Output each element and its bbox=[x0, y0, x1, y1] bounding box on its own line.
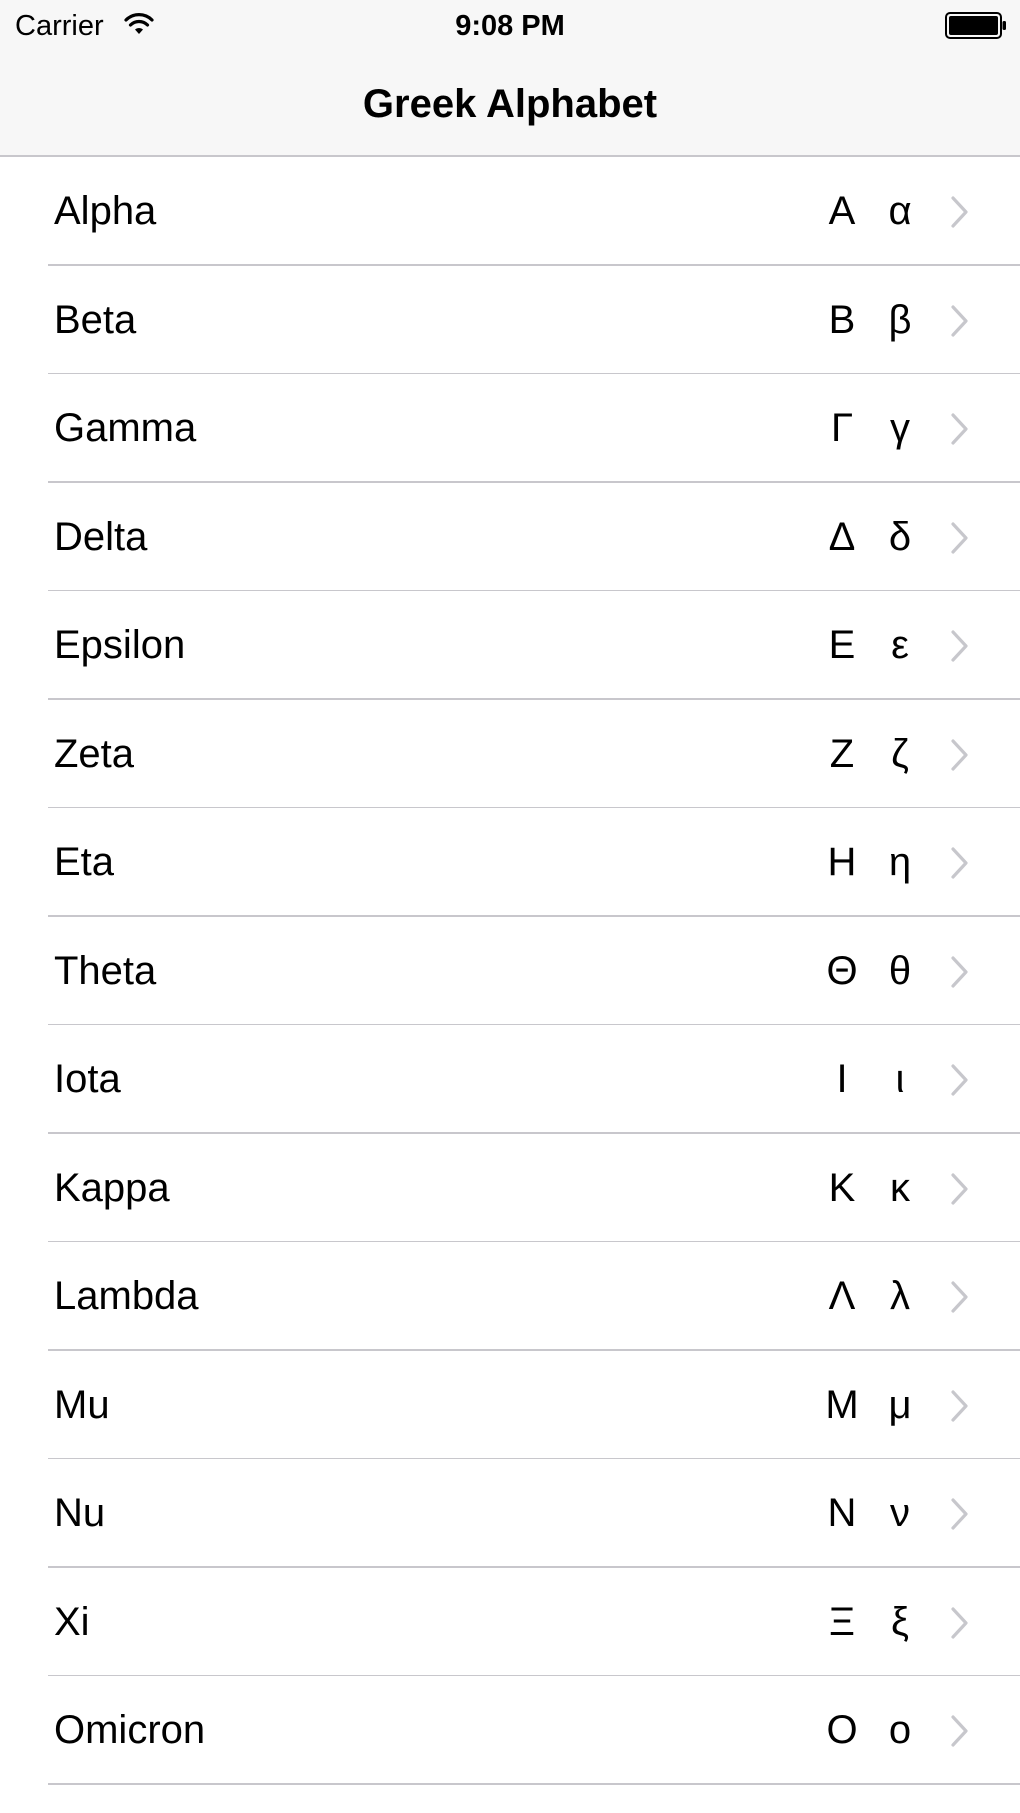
chevron-right-icon bbox=[951, 630, 968, 662]
list-item[interactable]: Beta Β β bbox=[0, 266, 1020, 375]
chevron-right-icon bbox=[951, 1389, 968, 1422]
screen: Carrier 9:08 PM Greek Alphabet Alpha Α α… bbox=[0, 0, 1020, 1813]
uppercase-letter: Μ bbox=[825, 1382, 859, 1427]
lowercase-letter: ξ bbox=[891, 1599, 909, 1644]
chevron-right-icon bbox=[951, 1172, 968, 1205]
lowercase-letter: κ bbox=[890, 1165, 910, 1210]
uppercase-letter: Λ bbox=[828, 1274, 856, 1318]
lowercase-letter: ε bbox=[891, 623, 909, 667]
letter-name: Nu bbox=[54, 1491, 106, 1535]
letter-name: Kappa bbox=[54, 1165, 170, 1210]
uppercase-letter: Ι bbox=[836, 1057, 848, 1101]
page-title: Greek Alphabet bbox=[362, 82, 658, 126]
letter-name: Zeta bbox=[54, 731, 135, 776]
letter-name: Iota bbox=[54, 1057, 121, 1101]
letter-name: Mu bbox=[54, 1382, 110, 1427]
list-item[interactable]: Theta Θ θ bbox=[0, 917, 1020, 1026]
uppercase-letter: Δ bbox=[828, 514, 856, 559]
letter-name: Eta bbox=[54, 840, 115, 884]
chevron-right-icon bbox=[951, 1064, 968, 1096]
uppercase-letter: Γ bbox=[830, 406, 854, 450]
chevron-right-icon bbox=[951, 1498, 968, 1530]
list-item[interactable]: Epsilon Ε ε bbox=[0, 591, 1020, 700]
uppercase-letter: Ε bbox=[828, 623, 856, 667]
uppercase-letter: Θ bbox=[826, 948, 858, 993]
lowercase-letter: λ bbox=[890, 1274, 910, 1318]
letter-name: Lambda bbox=[54, 1274, 199, 1318]
letter-name: Xi bbox=[54, 1599, 90, 1644]
uppercase-letter: Ν bbox=[827, 1491, 857, 1535]
chevron-right-icon bbox=[951, 738, 968, 771]
chevron-right-icon bbox=[951, 955, 968, 988]
list-item[interactable]: Nu Ν ν bbox=[0, 1459, 1020, 1568]
uppercase-letter: Ξ bbox=[829, 1599, 855, 1644]
list-item[interactable]: Xi Ξ ξ bbox=[0, 1568, 1020, 1677]
list-item[interactable]: Alpha Α α bbox=[0, 157, 1020, 266]
lowercase-letter: ι bbox=[895, 1057, 905, 1101]
lowercase-letter: ν bbox=[890, 1491, 910, 1535]
chevron-right-icon bbox=[951, 413, 968, 445]
chevron-right-icon bbox=[951, 1606, 968, 1639]
lowercase-letter: η bbox=[888, 840, 912, 884]
letter-name: Omicron bbox=[54, 1708, 206, 1752]
list-item[interactable]: Lambda Λ λ bbox=[0, 1242, 1020, 1351]
list-item[interactable]: Eta Η η bbox=[0, 808, 1020, 917]
uppercase-letter: Ο bbox=[826, 1708, 858, 1752]
lowercase-letter: θ bbox=[888, 948, 912, 993]
lowercase-letter: ζ bbox=[891, 731, 909, 776]
list-item[interactable]: Iota Ι ι bbox=[0, 1025, 1020, 1134]
status-time: 9:08 PM bbox=[455, 10, 565, 42]
list-item[interactable]: Zeta Ζ ζ bbox=[0, 700, 1020, 809]
letter-name: Beta bbox=[54, 297, 137, 342]
list-item[interactable]: Delta Δ δ bbox=[0, 483, 1020, 592]
lowercase-letter: ο bbox=[888, 1708, 912, 1752]
letter-name: Epsilon bbox=[54, 623, 186, 667]
navigation-bar: Carrier 9:08 PM Greek Alphabet bbox=[0, 0, 1020, 157]
lowercase-letter: α bbox=[888, 189, 912, 233]
list-item[interactable]: Mu Μ μ bbox=[0, 1351, 1020, 1460]
letter-name: Delta bbox=[54, 514, 148, 559]
chevron-right-icon bbox=[951, 196, 968, 228]
lowercase-letter: μ bbox=[888, 1382, 912, 1427]
letter-name: Theta bbox=[54, 948, 157, 993]
battery-icon bbox=[945, 12, 1006, 39]
uppercase-letter: Α bbox=[828, 189, 856, 233]
greek-letter-list: Alpha Α α Beta Β β Gamma Γ γ Delta Δ δ E… bbox=[0, 157, 1020, 1785]
lowercase-letter: δ bbox=[888, 514, 912, 559]
lowercase-letter: γ bbox=[890, 406, 910, 450]
chevron-right-icon bbox=[951, 1715, 968, 1747]
chevron-right-icon bbox=[951, 521, 968, 554]
list-item[interactable]: Gamma Γ γ bbox=[0, 374, 1020, 483]
letter-name: Alpha bbox=[54, 189, 157, 233]
uppercase-letter: Κ bbox=[828, 1165, 856, 1210]
lowercase-letter: β bbox=[888, 297, 912, 342]
list-item[interactable]: Omicron Ο ο bbox=[0, 1676, 1020, 1785]
uppercase-letter: Β bbox=[828, 297, 856, 342]
chevron-right-icon bbox=[951, 1281, 968, 1313]
letter-name: Gamma bbox=[54, 406, 197, 450]
list-item[interactable]: Kappa Κ κ bbox=[0, 1134, 1020, 1243]
chevron-right-icon bbox=[951, 304, 968, 337]
chevron-right-icon bbox=[951, 847, 968, 879]
uppercase-letter: Ζ bbox=[829, 731, 855, 776]
uppercase-letter: Η bbox=[827, 840, 857, 884]
